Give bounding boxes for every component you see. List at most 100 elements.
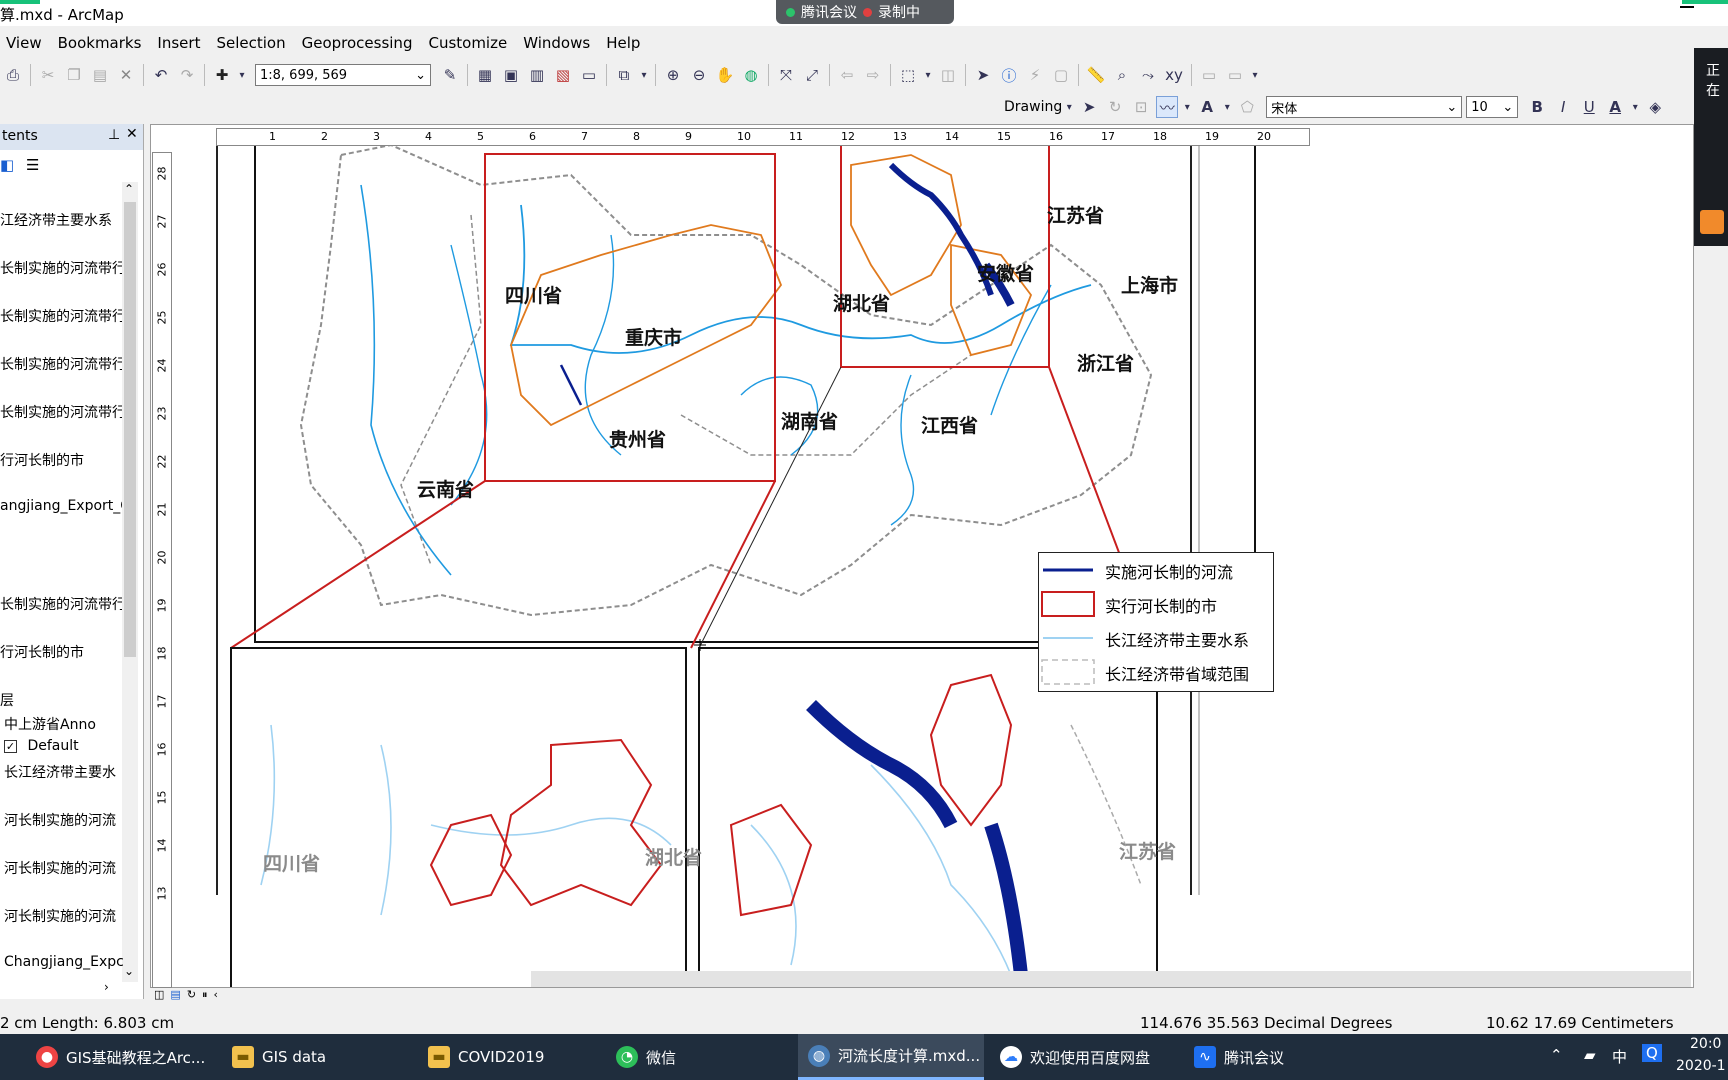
zoom-out-icon[interactable]: ⊖ — [688, 64, 710, 86]
toc-layer-item[interactable]: 行河长制的市 — [0, 450, 122, 470]
delete-icon[interactable]: ✕ — [115, 64, 137, 86]
zoom-to-selected-icon[interactable]: ⊡ — [1130, 96, 1152, 118]
table-icon[interactable]: ▦ — [474, 64, 496, 86]
toc-layer-item[interactable]: 长制实施的河流带行 — [0, 402, 122, 422]
forward-extent-icon[interactable]: ⇨ — [862, 64, 884, 86]
toc-group-item[interactable]: 层 — [0, 690, 122, 710]
find-route-icon[interactable]: ⤳ — [1137, 64, 1159, 86]
refresh-icon[interactable]: ↻ — [187, 988, 196, 1002]
toc-layer-item[interactable]: Changjiang_Expc — [4, 954, 126, 970]
chevron-down-icon[interactable]: ▾ — [1182, 96, 1192, 118]
network-icon[interactable]: ▰ — [1584, 1046, 1596, 1064]
select-elements-icon[interactable]: ➤ — [1078, 96, 1100, 118]
data-view-icon[interactable]: ◫ — [154, 988, 164, 1002]
font-size-combo[interactable]: 10 ⌄ — [1466, 96, 1519, 118]
search-window-icon[interactable]: ▥ — [526, 64, 548, 86]
task-arcmap[interactable]: ◍ 河流长度计算.mxd... — [798, 1034, 984, 1080]
paste-icon[interactable]: ▤ — [89, 64, 111, 86]
full-extent-icon[interactable]: ◍ — [740, 64, 762, 86]
menu-selection[interactable]: Selection — [210, 30, 295, 56]
meeting-indicator[interactable]: 腾讯会议 录制中 — [776, 0, 954, 24]
chevron-down-icon[interactable]: ▾ — [1064, 96, 1074, 118]
chevron-up-icon[interactable]: ⌃ — [124, 182, 134, 196]
toc-layer-item[interactable]: angjiang_Export_C — [0, 498, 122, 514]
toc-anno-item[interactable]: 中上游省Anno — [4, 714, 126, 734]
line-tool-icon[interactable]: 〰 — [1156, 96, 1179, 118]
layout-view[interactable]: 四川省 重庆市 湖北省 贵州省 湖南省 云南省 安徽省 江苏省 上海市 浙江省 … — [150, 124, 1694, 988]
chevron-down-icon[interactable]: ▾ — [1222, 96, 1232, 118]
chevron-down-icon[interactable]: ▾ — [1630, 96, 1640, 118]
menu-insert[interactable]: Insert — [151, 30, 210, 56]
chevron-right-icon[interactable]: › — [104, 980, 109, 994]
layout-view-icon[interactable]: ▤ — [170, 988, 180, 1002]
scale-combo[interactable]: 1:8, 699, 569 ⌄ — [255, 64, 431, 86]
bold-icon[interactable]: B — [1526, 96, 1548, 118]
model-builder-icon[interactable]: ⧉ — [613, 64, 635, 86]
participant-icon[interactable] — [1700, 210, 1724, 234]
task-chrome[interactable]: ● GIS基础教程之Arc... — [26, 1034, 206, 1080]
list-by-drawing-order-icon[interactable]: ◧ — [0, 156, 14, 174]
pan-icon[interactable]: ✋ — [714, 64, 736, 86]
toc-default-item[interactable]: ✓ Default — [4, 738, 126, 754]
pin-icon[interactable]: ⊥ — [108, 127, 120, 143]
task-wechat[interactable]: ◔ 微信 — [606, 1034, 786, 1080]
editor-icon[interactable]: ✎ — [439, 64, 461, 86]
close-icon[interactable]: ✕ — [126, 126, 138, 142]
menu-view[interactable]: View — [0, 30, 52, 56]
italic-icon[interactable]: I — [1552, 96, 1574, 118]
clear-selection-icon[interactable]: ◫ — [937, 64, 959, 86]
chevron-up-icon[interactable]: ⌃ — [1550, 1046, 1563, 1064]
toc-layer-item[interactable]: 长制实施的河流带行 — [0, 354, 122, 374]
toc-scrollbar-thumb[interactable] — [124, 202, 136, 657]
undo-icon[interactable]: ↶ — [150, 64, 172, 86]
map-canvas[interactable] — [151, 125, 1694, 988]
toolbar-options-icon[interactable]: ▾ — [1250, 64, 1260, 86]
add-data-icon[interactable]: ✚ — [211, 64, 233, 86]
toc-layer-item[interactable]: 河长制实施的河流 — [4, 810, 126, 830]
default-checkbox[interactable]: ✓ — [4, 740, 17, 753]
identify-icon[interactable]: ⓘ — [998, 64, 1020, 86]
list-by-source-icon[interactable]: ☰ — [26, 156, 39, 174]
back-extent-icon[interactable]: ⇦ — [836, 64, 858, 86]
time-slider-icon[interactable]: ▭ — [1198, 64, 1220, 86]
toc-layer-item[interactable]: 长江经济带主要水 — [4, 762, 126, 782]
edit-vertices-icon[interactable]: ⬠ — [1236, 96, 1258, 118]
catalog-icon[interactable]: ▣ — [500, 64, 522, 86]
menu-help[interactable]: Help — [600, 30, 650, 56]
go-to-xy-icon[interactable]: xy — [1163, 64, 1185, 86]
font-name-combo[interactable]: 宋体 ⌄ — [1266, 96, 1463, 118]
layout-horizontal-scrollbar[interactable] — [531, 971, 1691, 987]
chevron-left-icon[interactable]: ‹ — [214, 988, 218, 1002]
fixed-zoom-in-icon[interactable]: ⤧ — [775, 64, 797, 86]
toc-layer-item[interactable]: 河长制实施的河流 — [4, 906, 126, 926]
qq-icon[interactable]: Q — [1642, 1044, 1662, 1062]
task-baidu-pan[interactable]: ☁ 欢迎使用百度网盘 — [990, 1034, 1176, 1080]
fill-color-icon[interactable]: ◈ — [1644, 96, 1666, 118]
toc-layer-item[interactable]: 江经济带主要水系 — [0, 210, 122, 230]
underline-icon[interactable]: U — [1578, 96, 1600, 118]
cut-icon[interactable]: ✂ — [37, 64, 59, 86]
text-tool-icon[interactable]: A — [1196, 96, 1218, 118]
hyperlink-icon[interactable]: ⚡ — [1024, 64, 1046, 86]
menu-geoprocessing[interactable]: Geoprocessing — [296, 30, 423, 56]
select-features-icon[interactable]: ⬚ — [897, 64, 919, 86]
toolbar-options-icon[interactable]: ▾ — [639, 64, 649, 86]
chevron-down-icon[interactable]: ▾ — [923, 64, 933, 86]
drawing-menu[interactable]: Drawing — [1004, 99, 1062, 115]
ime-indicator[interactable]: 中 — [1612, 1046, 1627, 1067]
chevron-down-icon[interactable]: ▾ — [237, 64, 247, 86]
menu-windows[interactable]: Windows — [517, 30, 600, 56]
toc-layer-item[interactable]: 长制实施的河流带行 — [0, 258, 122, 278]
fixed-zoom-out-icon[interactable]: ⤢ — [801, 64, 823, 86]
map-legend[interactable]: 实施河长制的河流 实行河长制的市 长江经济带主要水系 长江经济带省域范围 — [1038, 552, 1274, 692]
find-icon[interactable]: ⌕ — [1111, 64, 1133, 86]
select-elements-icon[interactable]: ➤ — [972, 64, 994, 86]
zoom-in-icon[interactable]: ⊕ — [662, 64, 684, 86]
toc-layer-item[interactable]: 行河长制的市 — [0, 642, 122, 662]
print-icon[interactable]: ⎙ — [2, 64, 24, 86]
toc-layer-item[interactable]: 长制实施的河流带行 — [0, 594, 122, 614]
python-icon[interactable]: ▭ — [578, 64, 600, 86]
measure-icon[interactable]: 📏 — [1085, 64, 1107, 86]
minimize-icon[interactable] — [1680, 6, 1694, 8]
toolbox-icon[interactable]: ▧ — [552, 64, 574, 86]
